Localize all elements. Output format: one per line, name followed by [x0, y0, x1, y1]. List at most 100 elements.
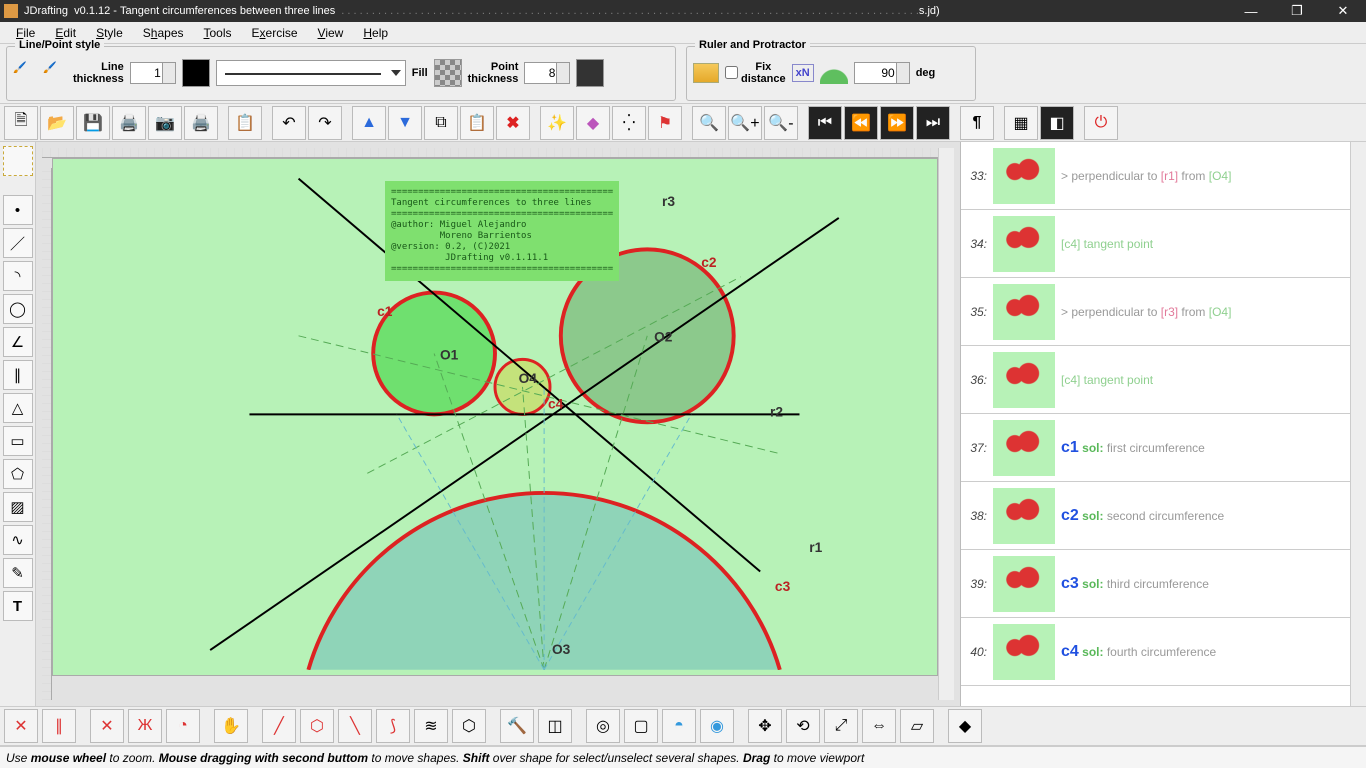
- print2-button[interactable]: 🖨️: [184, 106, 218, 140]
- dark-button[interactable]: ◧: [1040, 106, 1074, 140]
- venn-tool[interactable]: ◎: [586, 709, 620, 743]
- x-tool[interactable]: ✕: [90, 709, 124, 743]
- point-tool[interactable]: •: [3, 195, 33, 225]
- brush2-icon[interactable]: 🖌️: [43, 61, 67, 85]
- line-style-combo[interactable]: [216, 60, 406, 86]
- rect-tool[interactable]: ▭: [3, 426, 33, 456]
- history-row[interactable]: 34:[c4] tangent point: [961, 210, 1350, 278]
- svg-text:O2: O2: [654, 330, 673, 345]
- menu-tools[interactable]: Tools: [194, 24, 242, 42]
- menu-exercise[interactable]: Exercise: [242, 24, 308, 42]
- open-button[interactable]: 📂: [40, 106, 74, 140]
- polygon-tool[interactable]: ⬠: [3, 459, 33, 489]
- maximize-button[interactable]: ❐: [1274, 0, 1320, 22]
- hex-tool[interactable]: ⬡: [300, 709, 334, 743]
- fill-tool[interactable]: ◆: [948, 709, 982, 743]
- text-tool[interactable]: T: [3, 591, 33, 621]
- delete-button[interactable]: ✖: [496, 106, 530, 140]
- hand-tool[interactable]: ✋: [214, 709, 248, 743]
- ruler-icon[interactable]: [693, 63, 719, 83]
- minimize-button[interactable]: —: [1228, 0, 1274, 22]
- next-button[interactable]: ⏩: [880, 106, 914, 140]
- line-tool[interactable]: ／: [3, 228, 33, 258]
- history-row[interactable]: 38:c2 sol: second circumference: [961, 482, 1350, 550]
- circle-tool[interactable]: ◯: [3, 294, 33, 324]
- fill-swatch[interactable]: [434, 59, 462, 87]
- compass-tool[interactable]: Ж: [128, 709, 162, 743]
- angle-spinner[interactable]: 90: [854, 62, 910, 84]
- history-scrollbar[interactable]: [1350, 142, 1366, 706]
- brush-icon[interactable]: 🖌️: [13, 61, 37, 85]
- canvas-scrollbar[interactable]: [938, 148, 954, 700]
- last-button[interactable]: ⏭: [916, 106, 950, 140]
- union-tool[interactable]: ▢: [624, 709, 658, 743]
- copy-button[interactable]: ⧉: [424, 106, 458, 140]
- prev-button[interactable]: ⏪: [844, 106, 878, 140]
- clipboard-button[interactable]: 📋: [460, 106, 494, 140]
- drawing-canvas[interactable]: c1 c2 c3 c4 O1 O2 O3 O4 r1 r2 r3: [52, 158, 938, 676]
- menu-shapes[interactable]: Shapes: [133, 24, 194, 42]
- diamond-button[interactable]: ◆: [576, 106, 610, 140]
- history-row[interactable]: 40:c4 sol: fourth circumference: [961, 618, 1350, 686]
- point-thickness-spinner[interactable]: 8: [524, 62, 570, 84]
- hammer-tool[interactable]: 🔨: [500, 709, 534, 743]
- wand-button[interactable]: ✨: [540, 106, 574, 140]
- triangle-tool[interactable]: △: [3, 393, 33, 423]
- paste-button[interactable]: 📋: [228, 106, 262, 140]
- undo-button[interactable]: ↶: [272, 106, 306, 140]
- zoom-out-button[interactable]: 🔍-: [764, 106, 798, 140]
- history-row[interactable]: 33:> perpendicular to [r1] from [O4]: [961, 142, 1350, 210]
- zoom-in-button[interactable]: 🔍+: [728, 106, 762, 140]
- power-button[interactable]: ⏻: [1084, 106, 1118, 140]
- history-row[interactable]: 39:c3 sol: third circumference: [961, 550, 1350, 618]
- protractor-icon[interactable]: [820, 62, 848, 84]
- snapshot-button[interactable]: 📷: [148, 106, 182, 140]
- arc3-tool[interactable]: ◔: [166, 709, 200, 743]
- angle-tool[interactable]: ∠: [3, 327, 33, 357]
- xn-button[interactable]: xN: [792, 64, 814, 82]
- line-thickness-spinner[interactable]: 1: [130, 62, 176, 84]
- subtract-tool[interactable]: ◓: [662, 709, 696, 743]
- intersect2-tool[interactable]: ◉: [700, 709, 734, 743]
- menu-view[interactable]: View: [308, 24, 354, 42]
- curve-tool[interactable]: ⟆: [376, 709, 410, 743]
- point-color-swatch[interactable]: [576, 59, 604, 87]
- flag-button[interactable]: ⚑: [648, 106, 682, 140]
- print-button[interactable]: 🖨️: [112, 106, 146, 140]
- hatch-tool[interactable]: ▨: [3, 492, 33, 522]
- pencil-tool[interactable]: ✎: [3, 558, 33, 588]
- parallel-tool[interactable]: ∥: [3, 360, 33, 390]
- line-color-swatch[interactable]: [182, 59, 210, 87]
- menu-help[interactable]: Help: [353, 24, 398, 42]
- move-down-button[interactable]: ▼: [388, 106, 422, 140]
- dots-button[interactable]: ⁛: [612, 106, 646, 140]
- seg2-tool[interactable]: ╲: [338, 709, 372, 743]
- shear-tool[interactable]: ▱: [900, 709, 934, 743]
- bounds-button[interactable]: ▦: [1004, 106, 1038, 140]
- select-rect-tool[interactable]: [3, 146, 33, 176]
- redo-button[interactable]: ↷: [308, 106, 342, 140]
- rotate-tool[interactable]: ⟲: [786, 709, 820, 743]
- history-row[interactable]: 36:[c4] tangent point: [961, 346, 1350, 414]
- arc-tool[interactable]: ◝: [3, 261, 33, 291]
- intersect-tool[interactable]: ✕: [4, 709, 38, 743]
- zoom-fit-button[interactable]: 🔍: [692, 106, 726, 140]
- history-row[interactable]: 35:> perpendicular to [r3] from [O4]: [961, 278, 1350, 346]
- first-button[interactable]: ⏮: [808, 106, 842, 140]
- parallel2-tool[interactable]: ∥: [42, 709, 76, 743]
- scale-tool[interactable]: ⤢: [824, 709, 858, 743]
- spline-tool[interactable]: ∿: [3, 525, 33, 555]
- move-tool[interactable]: ✥: [748, 709, 782, 743]
- fix-distance-checkbox[interactable]: Fix distance: [725, 61, 786, 85]
- history-row[interactable]: 37:c1 sol: first circumference: [961, 414, 1350, 482]
- hex2-tool[interactable]: ⬡: [452, 709, 486, 743]
- move-up-button[interactable]: ▲: [352, 106, 386, 140]
- pieces-tool[interactable]: ◫: [538, 709, 572, 743]
- mirror-tool[interactable]: ⇔: [862, 709, 896, 743]
- seg-tool[interactable]: ╱: [262, 709, 296, 743]
- save-button[interactable]: 💾: [76, 106, 110, 140]
- close-button[interactable]: ✕: [1320, 0, 1366, 22]
- pilcrow-button[interactable]: ¶: [960, 106, 994, 140]
- zig-tool[interactable]: ≋: [414, 709, 448, 743]
- new-button[interactable]: 🗎: [4, 106, 38, 140]
